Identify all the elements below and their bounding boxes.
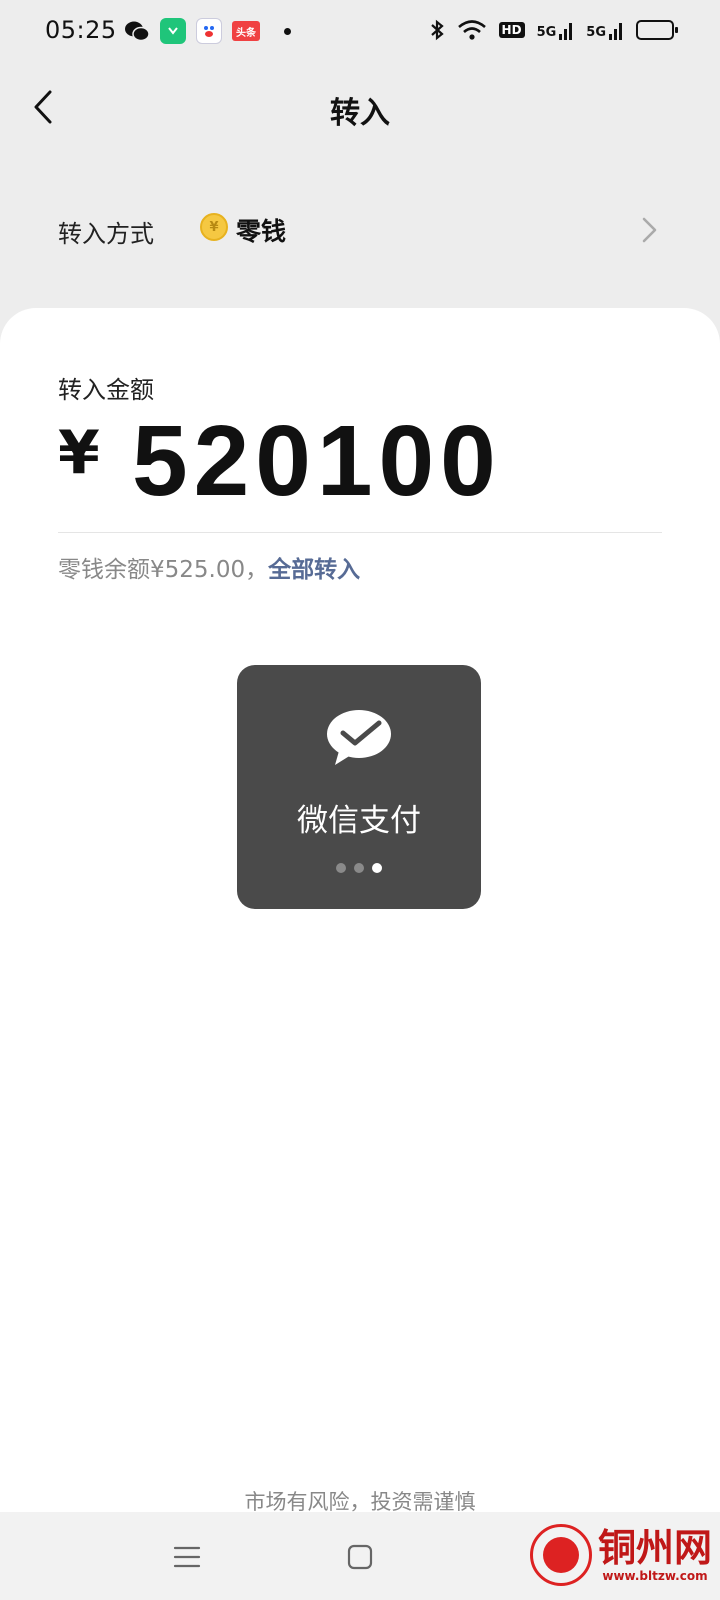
notification-dot (284, 27, 291, 35)
loading-dot (354, 863, 364, 873)
navigation-bar: 转入 (0, 64, 720, 152)
watermark-seal-logo (529, 1524, 592, 1586)
wechat-pay-text: 微信支付 (297, 803, 421, 839)
transfer-method-row[interactable]: 转入方式 ¥ 零钱 (0, 186, 720, 276)
balance-text: 零钱余额¥525.00， (58, 557, 269, 583)
wifi-icon (457, 20, 486, 40)
loading-dots (237, 863, 481, 873)
watermark-title: 铜州网 (597, 1525, 712, 1570)
transfer-card: 转入金额 ¥ 520100 零钱余额¥525.00，全部转入 微信支付 市场有风… (0, 308, 720, 1514)
amount-input[interactable]: 520100 (132, 404, 502, 519)
coin-icon: ¥ (200, 213, 228, 241)
amount-divider (58, 532, 662, 533)
transfer-all-link[interactable]: 全部转入 (268, 557, 360, 583)
transfer-method-label: 转入方式 (58, 220, 154, 248)
currency-sign: ¥ (58, 418, 100, 488)
wechat-icon (125, 21, 150, 42)
signal-5g-icon: 5G (537, 20, 575, 40)
status-indicators: HD 5G 5G (429, 18, 678, 42)
green-app-icon (160, 18, 186, 44)
hd-badge: HD (498, 22, 525, 38)
watermark-url: www.bltzw.com (602, 1569, 708, 1583)
wechat-pay-loading-toast: 微信支付 (237, 665, 481, 909)
menu-icon[interactable] (170, 1540, 204, 1574)
signal-5g-icon-2: 5G (586, 20, 624, 40)
wechat-pay-icon (327, 710, 391, 765)
battery-icon (636, 20, 678, 40)
watermark: 铜州网 www.bltzw.com (529, 1524, 712, 1586)
status-time: 05:25 (45, 16, 117, 44)
home-icon[interactable] (343, 1540, 377, 1574)
loading-dot-active (372, 863, 382, 873)
toutiao-icon: 头条 (232, 21, 260, 41)
chevron-right-icon (642, 217, 657, 243)
loading-dot (336, 863, 346, 873)
amount-label: 转入金额 (58, 376, 154, 404)
bluetooth-icon (430, 19, 444, 41)
transfer-method-value: 零钱 (236, 217, 287, 246)
baidu-icon (196, 18, 222, 44)
page-title: 转入 (330, 96, 390, 131)
status-app-icons: 头条 (124, 18, 291, 44)
status-bar: 05:25 头条 HD 5G 5G (0, 0, 720, 64)
balance-row: 零钱余额¥525.00，全部转入 (58, 550, 360, 584)
